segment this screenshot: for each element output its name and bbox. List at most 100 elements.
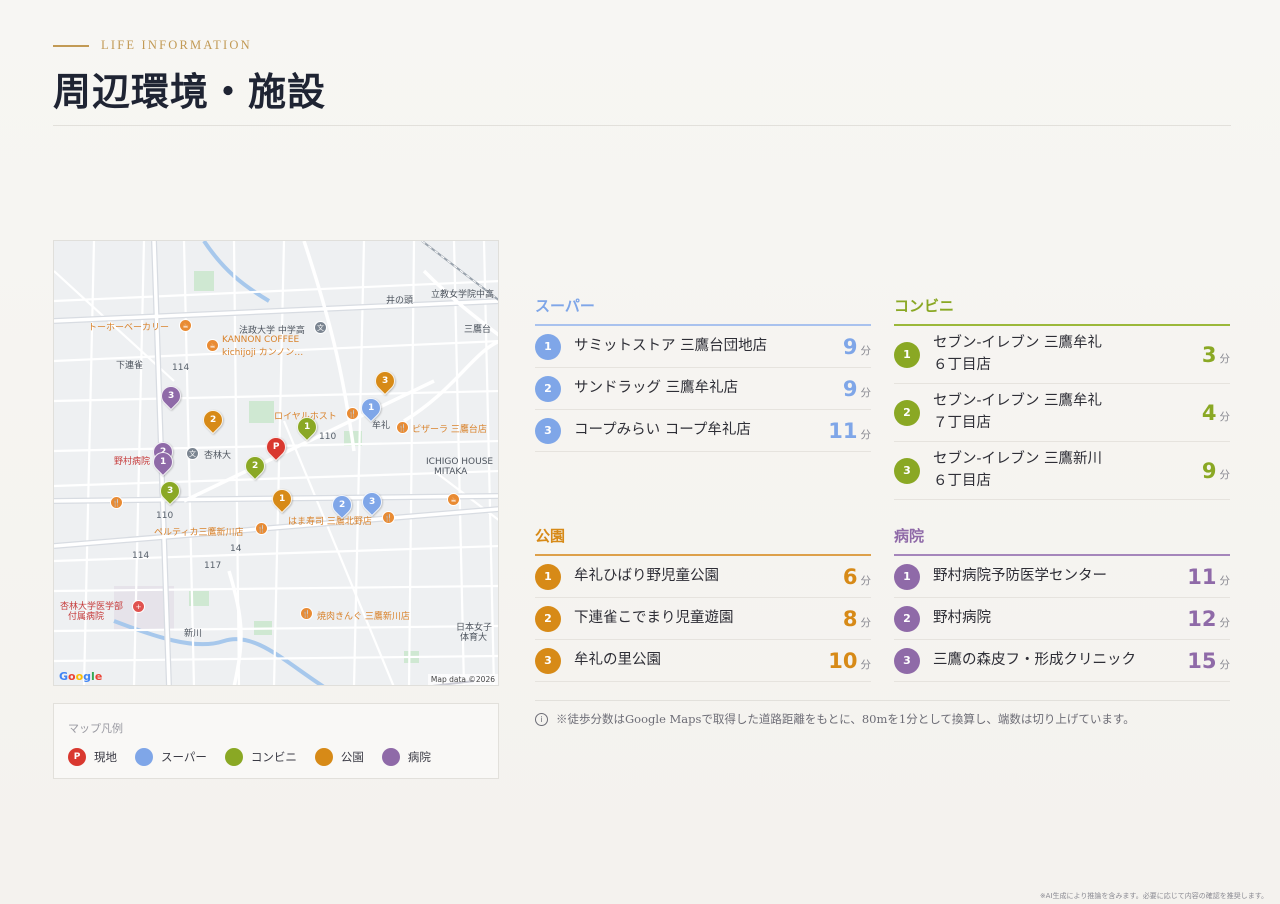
walk-minutes: 9 xyxy=(842,376,858,401)
info-icon: i xyxy=(535,712,548,726)
ai-disclaimer: ※AI生成により推論を含みます。必要に応じて内容の確認を推奨します。 xyxy=(1039,892,1268,900)
site-marker-icon: P xyxy=(68,748,86,766)
list-item: 3 コープみらい コープ牟礼店 11 分 xyxy=(535,410,871,452)
eyebrow: LIFE INFORMATION xyxy=(53,38,1231,53)
facility-name: セブン-イレブン 三鷹牟礼 ６丁目店 xyxy=(933,334,1103,373)
legend-item-hospital: 病院 xyxy=(381,748,431,766)
rank-badge: 1 xyxy=(894,563,920,590)
list-item: 1 サミットストア 三鷹台団地店 9分 xyxy=(535,326,871,368)
rank-badge: 2 xyxy=(535,375,561,402)
walk-minutes: 10 xyxy=(828,648,858,673)
legend-label: スーパー xyxy=(161,750,207,764)
hospital-icon: + xyxy=(132,600,145,613)
park-marker-icon xyxy=(314,748,333,766)
restaurant-icon: 🍴 xyxy=(300,607,313,620)
list-item: 2 野村病院 12 分 xyxy=(894,598,1230,640)
restaurant-icon: 🍴 xyxy=(382,511,395,524)
footnote-text: ※徒歩分数はGoogle Mapsで取得した道路距離をもとに、80mを1分として… xyxy=(556,712,1135,726)
rank-badge: 2 xyxy=(894,399,920,426)
road-number-110: 110 xyxy=(319,432,337,442)
legend-title: マップ凡例 xyxy=(68,722,123,735)
rank-badge: 2 xyxy=(894,605,920,632)
page-title: 周辺環境・施設 xyxy=(53,69,327,114)
map-label-yakiniku: 焼肉きんぐ 三鷹新川店 xyxy=(317,612,410,622)
list-item: 2 下連雀こでまり児童遊園 8分 xyxy=(535,598,871,640)
walk-minutes: 3 xyxy=(1201,342,1217,367)
category-title: スーパー xyxy=(535,297,595,315)
category-convenience: コンビニ 1 セブン-イレブン 三鷹牟礼 ６丁目店 3分 2 セブン-イレブン 三… xyxy=(894,295,1230,500)
map-label-shinkawa: 新川 xyxy=(184,629,203,639)
walk-minutes: 9 xyxy=(1201,458,1217,483)
facility-name: 野村病院予防医学センター xyxy=(933,567,1107,584)
list-item: 1 セブン-イレブン 三鷹牟礼 ６丁目店 3分 xyxy=(894,326,1230,384)
restaurant-icon: 🍴 xyxy=(396,421,409,434)
category-title: 公園 xyxy=(535,527,566,545)
minute-unit: 分 xyxy=(860,344,872,357)
map-legend: マップ凡例 P 現地 スーパー コンビニ 公園 病院 xyxy=(53,703,499,779)
walk-minutes: 11 xyxy=(828,418,858,443)
rank-badge: 3 xyxy=(894,647,920,674)
map-label-nomura: 野村病院 xyxy=(114,457,151,467)
category-hospital: 病院 1 野村病院予防医学センター 11 分 2 野村病院 12 分 3 三鷹の森皮… xyxy=(894,525,1230,682)
road-number-117: 117 xyxy=(204,561,222,571)
list-item: 3 セブン-イレブン 三鷹新川 ６丁目店 9分 xyxy=(894,442,1230,500)
rank-badge: 2 xyxy=(535,605,561,632)
walk-minutes: 8 xyxy=(842,606,858,631)
map-label-ichigo-1: ICHIGO HOUSE xyxy=(426,457,494,467)
facility-name: 下連雀こでまり児童遊園 xyxy=(574,609,734,626)
restaurant-icon: 🍴 xyxy=(110,496,123,509)
legend-label: 現地 xyxy=(94,750,117,764)
minute-unit: 分 xyxy=(1219,352,1231,365)
minute-unit: 分 xyxy=(860,658,872,671)
school-icon: 文 xyxy=(314,321,327,334)
eyebrow-text: LIFE INFORMATION xyxy=(101,38,252,52)
category-park: 公園 1 牟礼ひばり野児童公園 6分 2 下連雀こでまり児童遊園 8分 3 牟礼… xyxy=(535,525,871,682)
rank-badge: 1 xyxy=(535,563,561,590)
category-super: スーパー 1 サミットストア 三鷹台団地店 9分 2 サンドラッグ 三鷹牟礼店 … xyxy=(535,295,871,452)
minute-unit: 分 xyxy=(860,428,872,441)
facility-name: 野村病院 xyxy=(933,609,991,626)
area-map[interactable]: トーホーベーカリー ☕ ☕ KANNON COFFEE kichijoji カン… xyxy=(53,240,499,686)
map-label-mitakadai: 三鷹台 xyxy=(464,325,492,335)
map-label-ichigo-2: MITAKA xyxy=(434,467,468,477)
school-icon: 文 xyxy=(186,447,199,460)
rank-badge: 1 xyxy=(894,341,920,368)
minute-unit: 分 xyxy=(1219,410,1231,423)
restaurant-icon: 🍴 xyxy=(255,522,268,535)
footnote-divider xyxy=(535,700,1230,701)
map-label-pertica: ペルティカ三鷹新川店 xyxy=(154,528,244,538)
road-number-114: 114 xyxy=(132,551,150,561)
list-item: 1 野村病院予防医学センター 11 分 xyxy=(894,556,1230,598)
list-item: 3 牟礼の里公園 10 分 xyxy=(535,640,871,682)
map-label-shimorenjaku: 下連雀 xyxy=(116,361,144,371)
legend-label: 病院 xyxy=(407,750,431,764)
walk-minutes: 6 xyxy=(842,564,858,589)
map-label-inokashira: 井の頭 xyxy=(386,296,414,306)
map-label-nihon-joshi-2: 体育大 xyxy=(460,633,488,643)
map-attribution: Map data ©2026 xyxy=(427,674,498,685)
cafe-icon: ☕ xyxy=(206,339,219,352)
facility-name: セブン-イレブン 三鷹牟礼 ７丁目店 xyxy=(933,392,1103,431)
facility-name: 三鷹の森皮フ・形成クリニック xyxy=(933,651,1136,668)
walk-minutes: 4 xyxy=(1201,400,1217,425)
footnote: i ※徒歩分数はGoogle Mapsで取得した道路距離をもとに、80mを1分と… xyxy=(535,711,1135,727)
map-label-pizza: ピザーラ 三鷹台店 xyxy=(412,425,487,435)
google-logo: Google xyxy=(59,670,103,683)
facility-name: サンドラッグ 三鷹牟礼店 xyxy=(574,379,739,396)
super-marker-icon xyxy=(135,748,153,766)
list-item: 1 牟礼ひばり野児童公園 6分 xyxy=(535,556,871,598)
minute-unit: 分 xyxy=(1219,658,1231,671)
legend-item-super: スーパー xyxy=(135,748,207,766)
minute-unit: 分 xyxy=(1219,468,1231,481)
map-label-rikkyo: 立教女学院中高 xyxy=(431,290,495,300)
legend-label: 公園 xyxy=(340,750,364,764)
category-title: コンビニ xyxy=(894,297,955,315)
minute-unit: 分 xyxy=(860,616,872,629)
minute-unit: 分 xyxy=(860,386,872,399)
facility-name: 牟礼の里公園 xyxy=(574,651,661,668)
rank-badge: 1 xyxy=(535,333,561,360)
map-label-mure: 牟礼 xyxy=(372,421,391,431)
convenience-marker-icon xyxy=(224,748,243,766)
road-number-110: 110 xyxy=(156,511,174,521)
legend-item-convenience: コンビニ xyxy=(224,748,297,766)
